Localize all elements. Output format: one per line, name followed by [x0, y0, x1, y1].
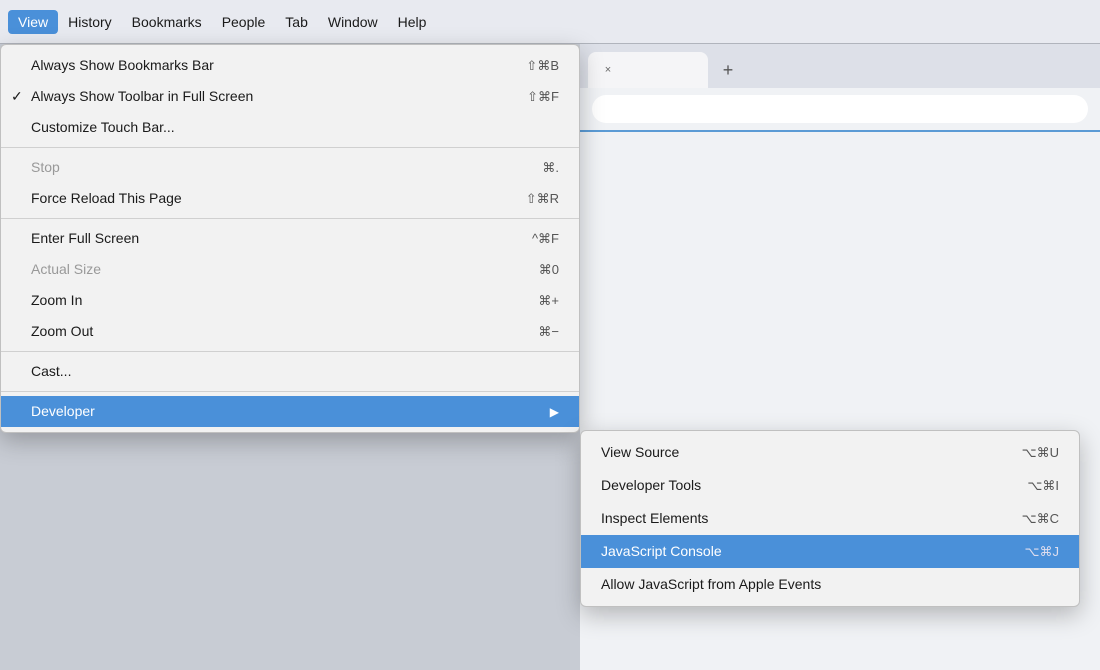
menu-item-label: Enter Full Screen: [31, 228, 139, 249]
submenu-item-label: JavaScript Console: [601, 541, 722, 562]
menu-item-shortcut: ⌘−: [538, 322, 559, 342]
menu-item-label: Always Show Bookmarks Bar: [31, 55, 214, 76]
menu-item-cast[interactable]: Cast...: [1, 356, 579, 387]
submenu-item-label: Allow JavaScript from Apple Events: [601, 574, 821, 595]
menubar-item-people[interactable]: People: [212, 10, 276, 34]
submenu-item-view-source[interactable]: View Source ⌥⌘U: [581, 436, 1079, 469]
menu-item-always-show-toolbar[interactable]: ✓ Always Show Toolbar in Full Screen ⇧⌘F: [1, 81, 579, 112]
menu-item-zoom-out[interactable]: Zoom Out ⌘−: [1, 316, 579, 347]
address-bar: [580, 88, 1100, 132]
submenu-item-label: View Source: [601, 442, 679, 463]
submenu-arrow-icon: ▶: [550, 403, 559, 421]
menu-item-zoom-in[interactable]: Zoom In ⌘+: [1, 285, 579, 316]
menu-item-label: Developer: [31, 401, 95, 422]
menu-item-developer[interactable]: Developer ▶: [1, 396, 579, 427]
menubar-item-window[interactable]: Window: [318, 10, 388, 34]
checkmark-icon: ✓: [11, 86, 23, 107]
menu-item-shortcut: ^⌘F: [532, 229, 559, 249]
submenu-item-shortcut: ⌥⌘I: [1027, 476, 1059, 496]
menu-item-stop: Stop ⌘.: [1, 152, 579, 183]
tab-bar: × +: [580, 44, 1100, 88]
menu-item-force-reload[interactable]: Force Reload This Page ⇧⌘R: [1, 183, 579, 214]
menubar-item-tab[interactable]: Tab: [275, 10, 318, 34]
submenu-item-allow-javascript[interactable]: Allow JavaScript from Apple Events: [581, 568, 1079, 601]
address-input[interactable]: [592, 95, 1088, 123]
menu-item-enter-fullscreen[interactable]: Enter Full Screen ^⌘F: [1, 223, 579, 254]
browser-tab[interactable]: ×: [588, 52, 708, 88]
submenu-item-label: Developer Tools: [601, 475, 701, 496]
tab-close-icon[interactable]: ×: [600, 62, 616, 78]
submenu-item-shortcut: ⌥⌘U: [1022, 443, 1059, 463]
submenu-item-javascript-console[interactable]: JavaScript Console ⌥⌘J: [581, 535, 1079, 568]
view-menu: Always Show Bookmarks Bar ⇧⌘B ✓ Always Show…: [0, 44, 580, 433]
menubar-item-history[interactable]: History: [58, 10, 122, 34]
menubar: ViewHistoryBookmarksPeopleTabWindowHelp: [0, 0, 1100, 44]
menu-item-label: Always Show Toolbar in Full Screen: [31, 86, 253, 107]
menu-item-always-show-bookmarks[interactable]: Always Show Bookmarks Bar ⇧⌘B: [1, 50, 579, 81]
menu-item-shortcut: ⌘0: [539, 260, 559, 280]
developer-submenu: View Source ⌥⌘U Developer Tools ⌥⌘I Inspect …: [580, 430, 1080, 607]
menu-separator: [1, 351, 579, 352]
submenu-item-inspect-elements[interactable]: Inspect Elements ⌥⌘C: [581, 502, 1079, 535]
menu-separator: [1, 391, 579, 392]
menu-item-shortcut: ⇧⌘B: [526, 56, 559, 76]
menubar-item-help[interactable]: Help: [388, 10, 437, 34]
menubar-item-bookmarks[interactable]: Bookmarks: [122, 10, 212, 34]
menu-item-label: Zoom In: [31, 290, 82, 311]
submenu-item-label: Inspect Elements: [601, 508, 708, 529]
menu-item-shortcut: ⇧⌘R: [526, 189, 559, 209]
menu-item-label: Cast...: [31, 361, 71, 382]
submenu-item-shortcut: ⌥⌘J: [1025, 542, 1059, 562]
menu-item-label: Force Reload This Page: [31, 188, 182, 209]
menubar-item-view[interactable]: View: [8, 10, 58, 34]
menu-item-shortcut: ⌘.: [542, 158, 559, 178]
menu-item-customize-touch-bar[interactable]: Customize Touch Bar...: [1, 112, 579, 143]
menu-item-actual-size: Actual Size ⌘0: [1, 254, 579, 285]
menu-item-label: Actual Size: [31, 259, 101, 280]
menu-separator: [1, 147, 579, 148]
menu-separator: [1, 218, 579, 219]
submenu-item-shortcut: ⌥⌘C: [1022, 509, 1059, 529]
menu-item-shortcut: ⇧⌘F: [527, 87, 559, 107]
menu-item-shortcut: ⌘+: [538, 291, 559, 311]
menu-item-label: Customize Touch Bar...: [31, 117, 175, 138]
menu-item-label: Zoom Out: [31, 321, 93, 342]
new-tab-button[interactable]: +: [712, 54, 744, 86]
menu-item-label: Stop: [31, 157, 60, 178]
submenu-item-developer-tools[interactable]: Developer Tools ⌥⌘I: [581, 469, 1079, 502]
